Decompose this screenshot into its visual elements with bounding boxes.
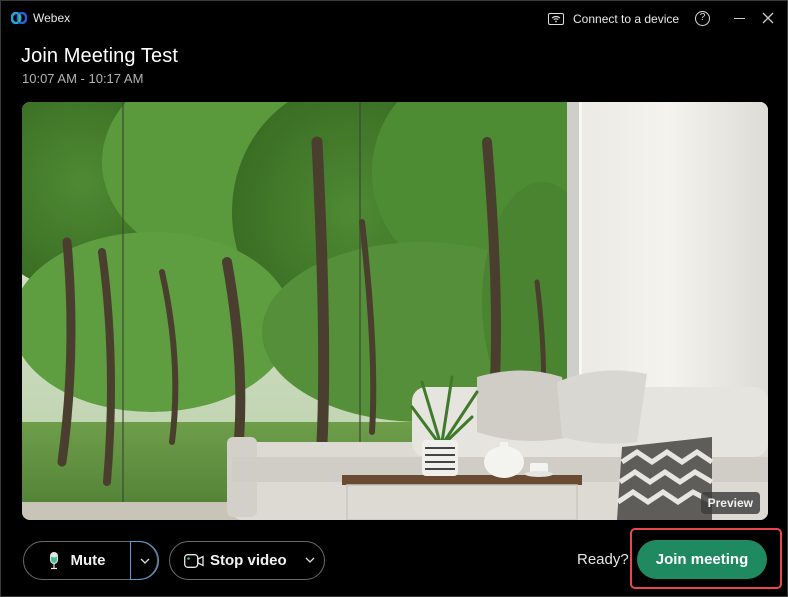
mute-button[interactable]: Mute (24, 542, 130, 579)
audio-options-button[interactable] (130, 541, 159, 580)
mute-label: Mute (70, 552, 106, 569)
webex-join-window: Webex Connect to a device ? Join Meeting… (0, 0, 788, 597)
camera-icon (184, 553, 204, 568)
wireless-display-icon (548, 13, 564, 25)
meeting-time-range: 10:07 AM - 10:17 AM (22, 71, 144, 86)
minimize-button[interactable] (734, 18, 745, 20)
microphone-icon (49, 551, 59, 570)
meeting-title: Join Meeting Test (21, 45, 178, 67)
preview-badge: Preview (700, 492, 760, 514)
join-meeting-button[interactable]: Join meeting (637, 540, 767, 579)
close-button[interactable] (761, 11, 775, 25)
stop-video-label: Stop video (210, 552, 287, 569)
connect-to-device-button[interactable]: Connect to a device (548, 10, 679, 28)
chevron-down-icon (140, 558, 149, 564)
app-name: Webex (33, 11, 71, 25)
help-icon: ? (699, 12, 706, 23)
join-meeting-label: Join meeting (655, 551, 749, 568)
stop-video-button[interactable]: Stop video (169, 541, 325, 580)
audio-control-group: Mute (23, 541, 159, 580)
video-options-chevron-icon[interactable] (304, 554, 316, 566)
virtual-background-image (22, 102, 768, 520)
ready-label: Ready? (577, 551, 629, 568)
help-button[interactable]: ? (695, 11, 710, 26)
webex-logo-icon (11, 12, 27, 24)
title-bar: Webex Connect to a device ? (1, 1, 787, 37)
connect-to-device-label: Connect to a device (573, 12, 680, 26)
video-preview: Preview (22, 102, 768, 520)
